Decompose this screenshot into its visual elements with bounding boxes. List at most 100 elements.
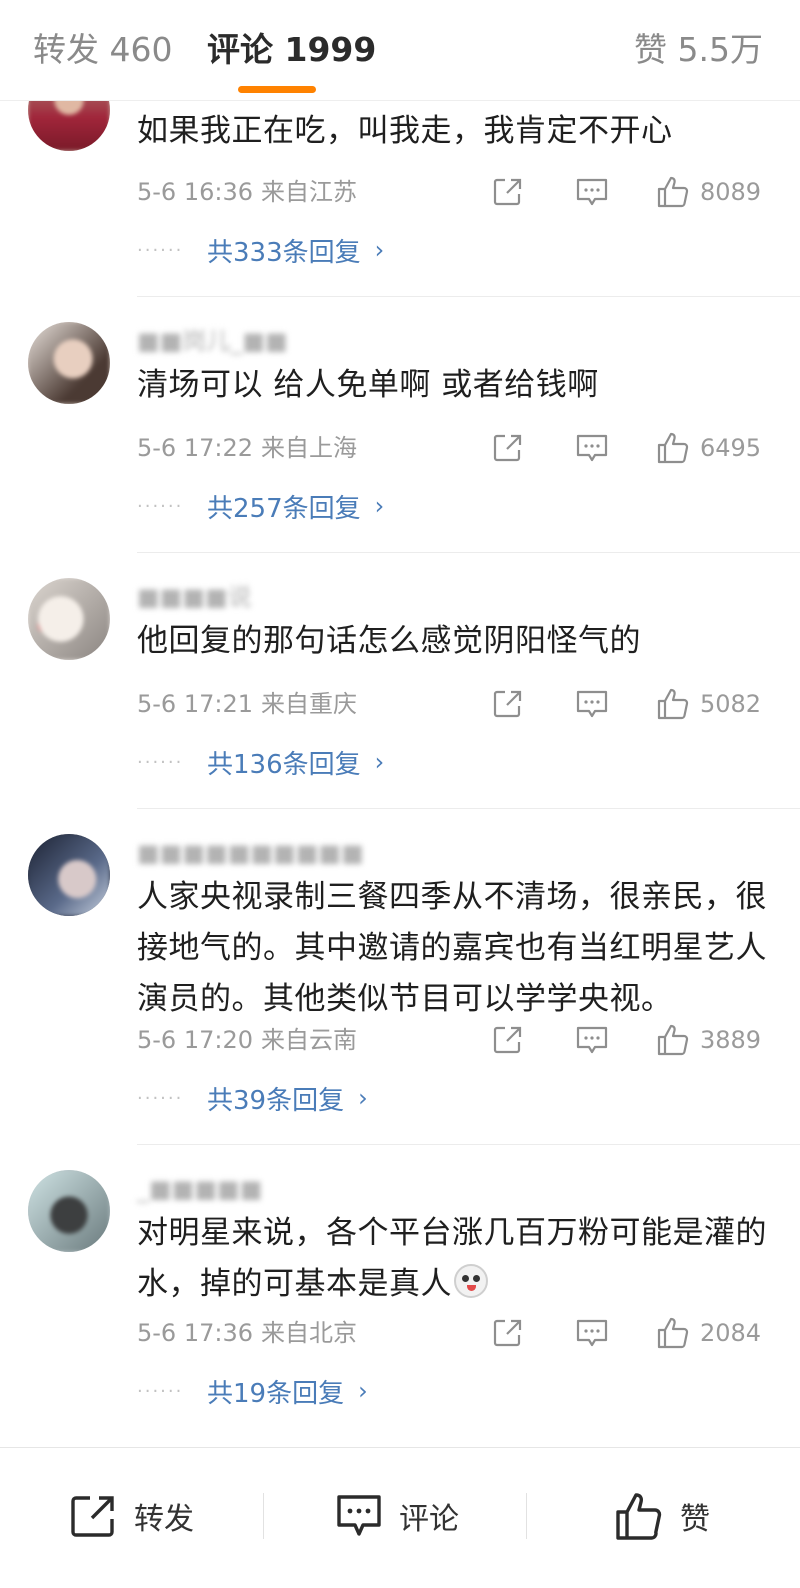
- chevron-right-icon: ›: [374, 236, 385, 264]
- comment-icon: [576, 1319, 608, 1347]
- avatar[interactable]: [28, 322, 110, 404]
- comment-label: 评论: [399, 1502, 459, 1537]
- chevron-right-icon: ›: [358, 1084, 368, 1112]
- comment-meta: 5-6 17:22 来自上海: [137, 433, 357, 463]
- dots-separator: ······: [137, 751, 184, 773]
- comment-text: 如果我正在吃，叫我走，我肯定不开心: [137, 113, 673, 149]
- comment-location: 来自江苏: [261, 178, 357, 206]
- comment-time: 5-6 17:36: [137, 1319, 253, 1347]
- like-button[interactable]: 8089: [656, 175, 761, 209]
- dots-separator: ······: [137, 239, 184, 261]
- avatar[interactable]: [28, 834, 110, 916]
- share-icon: [493, 690, 522, 718]
- view-replies-link[interactable]: 共136条回复: [207, 744, 361, 781]
- comment-meta: 5-6 16:36 来自江苏: [137, 177, 357, 207]
- view-replies-link[interactable]: 共19条回复: [207, 1373, 344, 1410]
- comment-time: 5-6 16:36: [137, 178, 253, 206]
- username[interactable]: ■■■■■■■■■■: [137, 839, 364, 867]
- chevron-right-icon: ›: [358, 1377, 368, 1405]
- bottom-action-bar: 转发 评论 赞: [0, 1447, 800, 1588]
- avatar[interactable]: [28, 578, 110, 660]
- comment-location: 来自重庆: [261, 690, 357, 718]
- avatar[interactable]: [28, 1170, 110, 1252]
- repost-label: 转发: [134, 1502, 194, 1537]
- comment-time: 5-6 17:21: [137, 690, 253, 718]
- thumbs-up-icon: [657, 688, 689, 720]
- share-button[interactable]: [492, 431, 524, 465]
- like-action-button[interactable]: 赞: [614, 1486, 710, 1546]
- share-button[interactable]: [492, 1023, 524, 1057]
- thumbs-up-icon: [657, 1317, 689, 1349]
- comment-item: ■■■■说 他回复的那句话怎么感觉阴阳怪气的 5-6 17:21 来自重庆 508…: [0, 553, 800, 809]
- comment-time: 5-6 17:22: [137, 434, 253, 462]
- share-button[interactable]: [492, 687, 524, 721]
- share-icon: [493, 434, 522, 462]
- view-replies-link[interactable]: 共333条回复: [207, 232, 361, 269]
- comment-action-button[interactable]: 评论: [335, 1486, 459, 1546]
- comment-text: 对明星来说，各个平台涨几百万粉可能是灌的水，掉的可基本是真人: [137, 1208, 777, 1310]
- comment-time: 5-6 17:20: [137, 1026, 253, 1054]
- panda-emoji-icon: [454, 1264, 488, 1298]
- replies-row[interactable]: ······ 共19条回复 ›: [137, 1373, 368, 1410]
- like-count: 8089: [700, 178, 762, 206]
- tab-like[interactable]: 赞 5.5万: [634, 30, 763, 70]
- comment-button[interactable]: [575, 175, 609, 209]
- comment-icon: [337, 1495, 381, 1536]
- comment-icon: [576, 434, 608, 462]
- dots-separator: ······: [137, 495, 184, 517]
- repost-button[interactable]: 转发: [70, 1486, 194, 1546]
- dots-separator: ······: [137, 1087, 184, 1109]
- like-button[interactable]: 2084: [656, 1316, 761, 1350]
- dots-separator: ······: [137, 1380, 184, 1402]
- tab-comment[interactable]: 评论 1999: [207, 30, 376, 70]
- divider: [263, 1493, 264, 1539]
- comment-button[interactable]: [575, 1023, 609, 1057]
- share-button[interactable]: [492, 1316, 524, 1350]
- comment-text: 他回复的那句话怎么感觉阴阳怪气的: [137, 623, 641, 659]
- comment-meta: 5-6 17:21 来自重庆: [137, 689, 357, 719]
- tab-bar: 转发 460 评论 1999 赞 5.5万: [0, 0, 800, 101]
- like-count: 3889: [700, 1026, 762, 1054]
- comment-list[interactable]: 如果我正在吃，叫我走，我肯定不开心 5-6 16:36 来自江苏 8089 ···…: [0, 101, 800, 1446]
- username[interactable]: _■■■■■: [137, 1175, 262, 1203]
- comment-item: 如果我正在吃，叫我走，我肯定不开心 5-6 16:36 来自江苏 8089 ···…: [0, 101, 800, 297]
- tab-repost[interactable]: 转发 460: [33, 30, 172, 70]
- view-replies-link[interactable]: 共257条回复: [207, 488, 361, 525]
- replies-row[interactable]: ······ 共39条回复 ›: [137, 1080, 368, 1117]
- replies-row[interactable]: ······ 共136条回复 ›: [137, 744, 385, 781]
- comment-location: 来自云南: [261, 1026, 357, 1054]
- divider: [526, 1493, 527, 1539]
- comment-location: 来自上海: [261, 434, 357, 462]
- view-replies-link[interactable]: 共39条回复: [207, 1080, 344, 1117]
- avatar[interactable]: [28, 101, 110, 151]
- comment-button[interactable]: [575, 1316, 609, 1350]
- like-count: 5082: [700, 690, 762, 718]
- comment-item: ■■■■■■■■■■ 人家央视录制三餐四季从不清场，很亲民，很接地气的。其中邀请…: [0, 809, 800, 1145]
- share-button[interactable]: [492, 175, 524, 209]
- share-icon: [493, 178, 522, 206]
- comment-button[interactable]: [575, 687, 609, 721]
- comment-item: ■■岗儿_■■ 清场可以 给人免单啊 或者给钱啊 5-6 17:22 来自上海 6…: [0, 297, 800, 553]
- comment-meta: 5-6 17:36 来自北京: [137, 1318, 357, 1348]
- comment-icon: [576, 178, 608, 206]
- comment-button[interactable]: [575, 431, 609, 465]
- like-button[interactable]: 3889: [656, 1023, 761, 1057]
- comment-text-content: 对明星来说，各个平台涨几百万粉可能是灌的水，掉的可基本是真人: [137, 1215, 767, 1302]
- comment-text: 清场可以 给人免单啊 或者给钱啊: [137, 367, 599, 403]
- like-button[interactable]: 5082: [656, 687, 761, 721]
- comment-meta: 5-6 17:20 来自云南: [137, 1025, 357, 1055]
- like-button[interactable]: 6495: [656, 431, 761, 465]
- replies-row[interactable]: ······ 共257条回复 ›: [137, 488, 385, 525]
- thumbs-up-icon: [616, 1493, 662, 1540]
- username[interactable]: ■■岗儿_■■: [137, 327, 288, 355]
- username[interactable]: ■■■■说: [137, 583, 252, 611]
- comment-icon: [576, 690, 608, 718]
- comment-text: 人家央视录制三餐四季从不清场，很亲民，很接地气的。其中邀请的嘉宾也有当红明星艺人…: [137, 879, 767, 1017]
- replies-row[interactable]: ······ 共333条回复 ›: [137, 232, 385, 269]
- chevron-right-icon: ›: [374, 748, 385, 776]
- like-count: 2084: [700, 1319, 762, 1347]
- thumbs-up-icon: [657, 176, 689, 208]
- thumbs-up-icon: [657, 1024, 689, 1056]
- chevron-right-icon: ›: [374, 492, 385, 520]
- share-icon: [71, 1496, 114, 1537]
